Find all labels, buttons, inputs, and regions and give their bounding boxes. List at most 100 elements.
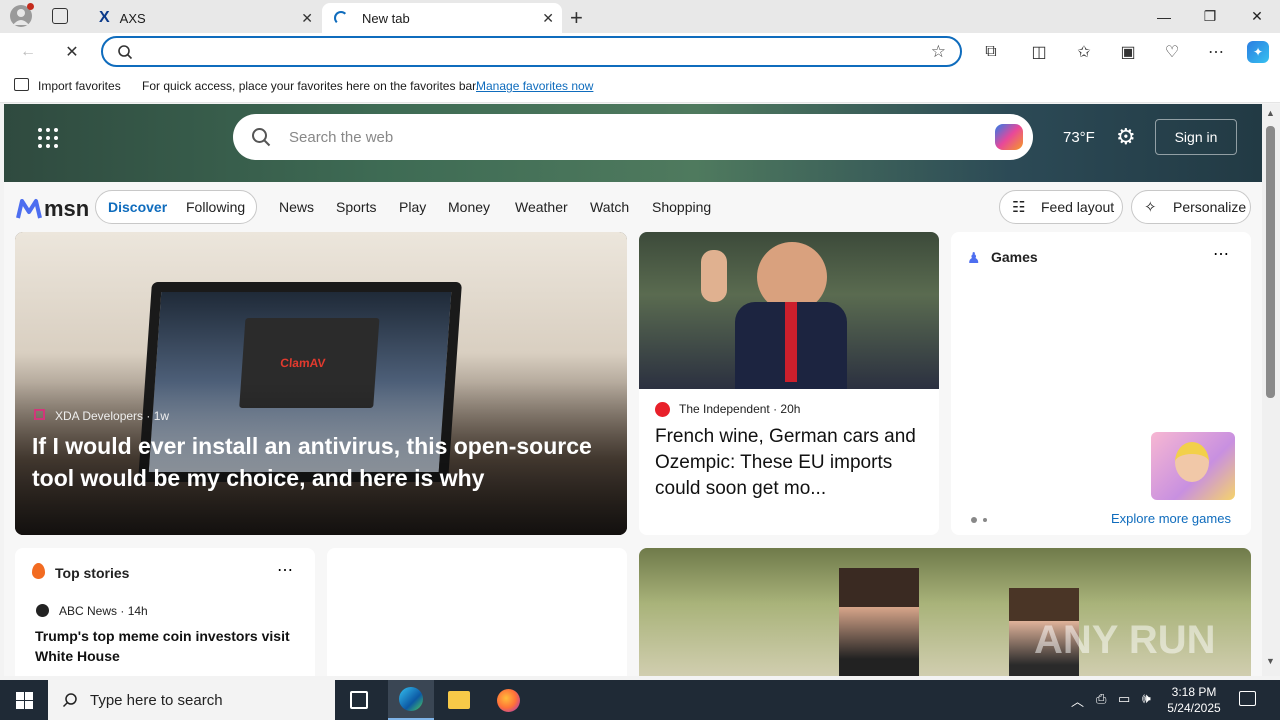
explore-more-games-link[interactable]: Explore more games (1111, 511, 1231, 526)
axs-logo-icon: X (99, 9, 110, 26)
more-menu-icon[interactable]: ⋯ (1205, 41, 1227, 63)
minimize-button[interactable]: — (1141, 0, 1187, 33)
nav-shopping[interactable]: Shopping (652, 199, 711, 215)
tab-new-tab[interactable]: New tab ✕ (322, 3, 562, 33)
settings-gear-icon[interactable]: ⚙ (1116, 124, 1136, 150)
xda-logo-icon (34, 409, 45, 420)
sliders-icon: ☷ (1012, 199, 1026, 216)
close-window-button[interactable]: ✕ (1234, 0, 1280, 33)
top-stories-title: Top stories (55, 565, 130, 581)
games-title: Games (991, 249, 1038, 265)
story-headline[interactable]: Trump's top meme coin investors visit Wh… (35, 626, 295, 666)
apps-grid-icon[interactable] (38, 128, 58, 148)
windows-taskbar: Type here to search ︿ ⎙ ▭ 🕪 3:18 PM 5/24… (0, 680, 1280, 720)
copilot-icon[interactable]: ✦ (1247, 41, 1269, 63)
hero-banner: Search the web 73°F ⚙ Sign in (4, 104, 1262, 182)
nav-money[interactable]: Money (448, 199, 490, 215)
photo-story-card[interactable]: ANY RUN (639, 548, 1251, 676)
manage-favorites-link[interactable]: Manage favorites now (476, 79, 593, 93)
scrollbar-thumb[interactable] (1266, 126, 1275, 398)
stop-loading-button[interactable]: ✕ (61, 41, 83, 63)
web-search-box[interactable]: Search the web (233, 114, 1033, 160)
main-story-card[interactable]: ClamAV XDA Developers · 1w If I would ev… (15, 232, 627, 535)
scroll-up-icon[interactable]: ▲ (1266, 108, 1275, 118)
story-source: ABC News · 14h (59, 604, 148, 618)
games-card: ♟ Games ⋯ Explore more games (951, 232, 1251, 535)
game-thumbnail[interactable] (1151, 432, 1235, 500)
search-placeholder: Search the web (289, 129, 394, 146)
profile-icon[interactable] (10, 3, 34, 27)
msn-logo-text: msn (44, 196, 90, 221)
import-favorites-button[interactable]: Import favorites (38, 79, 121, 93)
file-explorer-icon[interactable] (448, 691, 470, 709)
personalize-label: Personalize (1173, 199, 1247, 215)
page-scrollbar[interactable]: ▲ ▼ (1262, 104, 1280, 676)
story-image (839, 568, 919, 676)
feed-mode-toggle: Discover Following (95, 190, 257, 224)
story-headline[interactable]: French wine, German cars and Ozempic: Th… (655, 424, 927, 502)
split-screen-icon[interactable]: ◫ (1028, 41, 1050, 63)
notifications-icon[interactable] (1239, 691, 1256, 706)
tab-discover[interactable]: Discover (108, 199, 167, 215)
clock-time: 3:18 PM (1171, 685, 1217, 699)
task-view-icon[interactable] (350, 691, 368, 709)
close-tab-icon[interactable]: ✕ (301, 10, 313, 27)
network-icon[interactable]: ▭ (1118, 691, 1130, 707)
second-story-card[interactable]: The Independent · 20h French wine, Germa… (639, 232, 939, 535)
nav-weather[interactable]: Weather (515, 199, 568, 215)
tray-chevron-icon[interactable]: ︿ (1071, 691, 1084, 710)
clock[interactable]: 3:18 PM 5/24/2025 (1166, 684, 1222, 716)
nav-watch[interactable]: Watch (590, 199, 629, 215)
sign-in-button[interactable]: Sign in (1155, 119, 1237, 155)
sign-in-label: Sign in (1174, 129, 1218, 145)
restore-button[interactable]: ❐ (1187, 0, 1233, 33)
carousel-dot[interactable] (983, 518, 987, 522)
address-bar[interactable]: ☆ (101, 36, 962, 67)
import-favorites-icon[interactable] (14, 78, 29, 91)
nav-news[interactable]: News (279, 199, 314, 215)
msn-page: Search the web 73°F ⚙ Sign in msn Discov… (4, 104, 1262, 676)
tray-device-icon[interactable]: ⎙ (1096, 691, 1106, 707)
tab-actions-icon[interactable] (52, 8, 68, 24)
volume-icon[interactable]: 🕪 (1142, 690, 1151, 707)
edge-taskbar-icon[interactable] (388, 680, 434, 720)
new-tab-button[interactable]: + (570, 5, 583, 31)
favorites-icon[interactable]: ✩ (1073, 41, 1095, 63)
search-icon (62, 693, 77, 708)
favorites-bar: Import favorites For quick access, place… (0, 71, 1280, 103)
personalize-button[interactable]: ✧ Personalize (1131, 190, 1251, 224)
story-headline[interactable]: If I would ever install an antivirus, th… (32, 430, 612, 494)
extensions-icon[interactable]: ⧉ (980, 41, 1002, 63)
collections-icon[interactable]: ▣ (1117, 41, 1139, 63)
tab-following[interactable]: Following (186, 199, 245, 215)
nav-play[interactable]: Play (399, 199, 426, 215)
story-source: XDA Developers · 1w (55, 409, 170, 423)
carousel-dot-active[interactable] (971, 517, 977, 523)
more-options-icon[interactable]: ⋯ (277, 560, 293, 580)
back-button[interactable]: ← (17, 41, 39, 63)
weather-temperature[interactable]: 73°F (1063, 129, 1095, 146)
more-options-icon[interactable]: ⋯ (1213, 244, 1229, 264)
taskbar-search-box[interactable]: Type here to search (48, 680, 335, 720)
close-tab-icon[interactable]: ✕ (542, 10, 554, 27)
independent-logo-icon (655, 402, 670, 417)
feed-layout-button[interactable]: ☷ Feed layout (999, 190, 1123, 224)
scroll-down-icon[interactable]: ▼ (1266, 656, 1275, 666)
tab-title: AXS (119, 10, 146, 26)
top-stories-card: Top stories ⋯ ABC News · 14h Trump's top… (15, 548, 315, 676)
taskbar-search-placeholder: Type here to search (90, 691, 223, 709)
story-source: The Independent · 20h (679, 402, 801, 416)
msn-butterfly-icon (16, 199, 42, 219)
msn-logo[interactable]: msn (16, 196, 89, 222)
favorite-star-icon[interactable]: ☆ (931, 42, 946, 62)
browser-essentials-icon[interactable]: ♡ (1161, 41, 1183, 63)
abc-news-logo-icon (36, 604, 49, 617)
loading-spinner-icon (334, 11, 348, 25)
copilot-search-icon[interactable] (995, 124, 1023, 150)
empty-card (327, 548, 627, 676)
start-button[interactable] (0, 680, 48, 720)
tab-axs[interactable]: X AXS ✕ (87, 3, 321, 33)
firefox-icon[interactable] (497, 689, 520, 712)
nav-sports[interactable]: Sports (336, 199, 376, 215)
clamav-label: ClamAV (279, 356, 326, 370)
